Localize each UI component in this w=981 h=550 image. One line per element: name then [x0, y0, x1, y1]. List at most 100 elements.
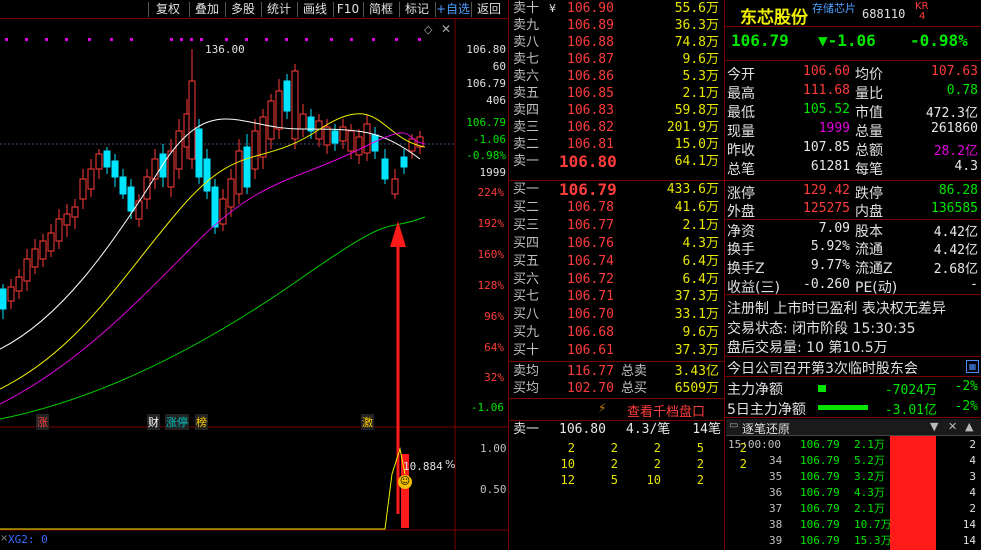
pct-axis-label: 96%	[484, 310, 504, 323]
toolbar-button-9[interactable]: 返回	[471, 1, 507, 18]
pct-axis-label: 64%	[484, 341, 504, 354]
chart-close-icon[interactable]: ✕	[441, 22, 451, 36]
quote-value: -0.260	[803, 277, 850, 292]
ask-row[interactable]: 卖一 106.80 64.1万	[511, 153, 723, 171]
indicator-name: XG2: 0	[8, 533, 48, 546]
bid-row[interactable]: 买三 106.77 2.1万	[511, 217, 723, 235]
indicator-close-icon[interactable]: ×	[0, 533, 8, 544]
toolbar-button-2[interactable]: 多股	[225, 1, 261, 18]
lightning-icon: ⚡	[598, 401, 607, 415]
indicator-axis-1: 1.00	[480, 442, 507, 455]
ask-row[interactable]: 卖三 106.82 201.9万	[511, 119, 723, 137]
sector-tag[interactable]: 存储芯片	[812, 0, 856, 16]
quote-key: 每笔	[855, 162, 883, 178]
bid-row[interactable]: 买八 106.70 33.1万	[511, 306, 723, 324]
chart-toolbar: 复权 叠加 多股 统计 画线 F10 简框 标记 +自选 返回	[0, 0, 508, 19]
ask-row[interactable]: 卖八 106.88 74.8万	[511, 34, 723, 52]
pct-axis-label: 224%	[477, 186, 505, 199]
quote-key: 换手Z	[727, 261, 765, 277]
toolbar-button-0[interactable]: 复权	[148, 1, 188, 18]
toolbar-separator	[435, 2, 436, 17]
event-tag[interactable]: 涨	[36, 414, 49, 430]
quote-key: 量比	[855, 86, 883, 102]
stock-name: 东芯股份	[740, 8, 808, 28]
quote-key: 总笔	[727, 162, 755, 178]
quote-key: PE(动)	[855, 280, 898, 296]
event-tag[interactable]: 榜	[195, 414, 208, 430]
queue-cell: 10	[646, 473, 661, 487]
ask-row[interactable]: 卖二 106.81 15.0万	[511, 136, 723, 154]
quote-value: 2.68亿	[933, 262, 978, 277]
pct-axis-label: 192%	[477, 217, 505, 230]
queue-header: 卖一 106.80 4.3/笔 14笔	[513, 422, 721, 437]
view-level-link[interactable]: 查看千档盘口	[627, 401, 705, 420]
quote-key: 现量	[727, 124, 755, 140]
tick-toggle-icon[interactable]: ▭	[729, 420, 738, 431]
toolbar-button-3[interactable]: 统计	[261, 1, 297, 18]
quote-value: -	[970, 277, 978, 292]
quote-value: 129.42	[803, 183, 850, 198]
ask-row[interactable]: 卖十 ¥106.90 55.6万	[511, 0, 723, 18]
ask-row[interactable]: 卖九 106.89 36.3万	[511, 17, 723, 35]
price-axis-label: 1999	[479, 166, 507, 179]
toolbar-button-7[interactable]: 标记	[399, 1, 435, 18]
bid-row[interactable]: 买五 106.74 6.4万	[511, 253, 723, 271]
bid-row[interactable]: 买六 106.72 6.4万	[511, 271, 723, 289]
indicator-axis-2: 0.50	[480, 483, 507, 496]
candlesticks	[0, 49, 424, 319]
tick-filter-icon[interactable]: ▼	[930, 420, 938, 433]
quote-value: 4.3	[954, 159, 978, 174]
event-tag[interactable]: 财	[147, 414, 160, 430]
bid-row[interactable]: 买二 106.78 41.6万	[511, 199, 723, 217]
queue-cell: 2	[653, 441, 661, 455]
price-axis-label: 60	[492, 60, 506, 73]
bid-row[interactable]: 买十 106.61 37.3万	[511, 342, 723, 360]
flow-pct: -2%	[954, 399, 978, 414]
queue-cell: 2	[567, 441, 575, 455]
quote-key: 换手	[727, 242, 755, 258]
queue-cell: 5	[696, 441, 704, 455]
tick-arrow-icon[interactable]: ▲	[965, 420, 973, 433]
quote-key: 总额	[855, 143, 883, 159]
queue-cell: 2	[696, 473, 704, 487]
quote-value: 0.78	[946, 83, 978, 98]
calendar-icon[interactable]: ▦	[966, 360, 979, 373]
bid-row[interactable]: 买四 106.76 4.3万	[511, 235, 723, 253]
quote-value: 105.52	[803, 102, 850, 117]
flags-text: 注册制 上市时已盈利 表决权无差异	[727, 301, 946, 317]
chart-settings-icon[interactable]: ◇	[424, 23, 432, 36]
bid-row[interactable]: 买一 106.79 433.6万	[511, 181, 723, 199]
quote-key: 市值	[855, 105, 883, 121]
ask-row[interactable]: 卖六 106.86 5.3万	[511, 68, 723, 86]
toolbar-button-1[interactable]: 叠加	[189, 1, 225, 18]
toolbar-button-5[interactable]: F10	[333, 1, 363, 18]
ask-row[interactable]: 卖四 106.83 59.8万	[511, 102, 723, 120]
tick-row: 34 106.79 5.2万 4	[769, 454, 976, 467]
quote-value: 61281	[810, 159, 850, 174]
tick-close-icon[interactable]: ✕	[948, 420, 957, 433]
toolbar-button-8[interactable]: +自选	[435, 1, 471, 18]
tick-title: 逐笔还原	[742, 422, 791, 436]
quote-value: 472.3亿	[925, 106, 978, 121]
flow-bar	[818, 405, 868, 410]
moving-averages	[0, 113, 426, 420]
price-axis-label: 106.79	[466, 116, 506, 129]
toolbar-button-4[interactable]: 画线	[297, 1, 333, 18]
event-tag[interactable]: 激	[361, 414, 374, 430]
ask-row[interactable]: 卖七 106.87 9.6万	[511, 51, 723, 69]
news-text[interactable]: 今日公司召开第3次临时股东会	[727, 358, 918, 378]
high-price-label: 136.00	[205, 43, 245, 56]
bid-row[interactable]: 买九 106.68 9.6万	[511, 324, 723, 342]
toolbar-separator	[297, 2, 298, 17]
quote-value: 28.2亿	[933, 144, 978, 159]
ask-row[interactable]: 卖五 106.85 2.1万	[511, 85, 723, 103]
quote-value: 111.68	[803, 83, 850, 98]
quote-key: 内盘	[855, 204, 883, 220]
toolbar-button-6[interactable]: 简框	[363, 1, 399, 18]
price-axis-label: 406	[486, 94, 506, 107]
toolbar-separator	[399, 2, 400, 17]
toolbar-separator	[261, 2, 262, 17]
event-tag[interactable]: 涨停	[165, 414, 189, 430]
quote-value: 125275	[803, 201, 850, 216]
bid-row[interactable]: 买七 106.71 37.3万	[511, 288, 723, 306]
